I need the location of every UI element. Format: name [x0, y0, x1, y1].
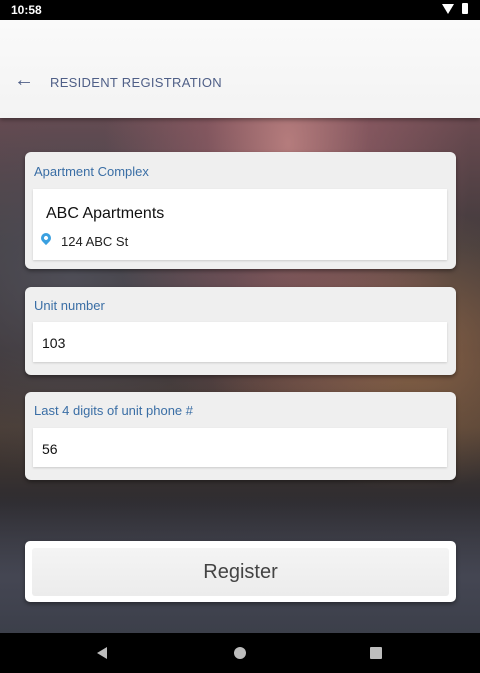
phone-digits-value: 56 [42, 441, 58, 457]
complex-name: ABC Apartments [46, 205, 165, 222]
wifi-icon [442, 3, 454, 14]
status-icons [442, 3, 468, 14]
complex-address: 124 ABC St [61, 234, 129, 249]
status-time: 10:58 [11, 3, 42, 17]
back-arrow-icon[interactable]: ← [14, 70, 34, 90]
location-pin-icon [38, 230, 54, 246]
status-bar: 10:58 [0, 0, 480, 20]
register-button[interactable]: Register [32, 548, 449, 596]
unit-number-card: Unit number 103 [25, 287, 456, 375]
phone-digits-label: Last 4 digits of unit phone # [34, 403, 194, 418]
page-title: RESIDENT REGISTRATION [50, 75, 222, 90]
unit-number-label: Unit number [34, 298, 105, 313]
phone-digits-field[interactable]: 56 [33, 428, 447, 467]
apartment-complex-card[interactable]: Apartment Complex ABC Apartments 124 ABC… [25, 152, 456, 269]
nav-recents-icon[interactable] [370, 647, 382, 659]
register-card: Register [25, 541, 456, 602]
phone-digits-card: Last 4 digits of unit phone # 56 [25, 392, 456, 480]
navigation-bar [0, 633, 480, 673]
unit-number-value: 103 [42, 335, 66, 351]
nav-home-icon[interactable] [234, 647, 246, 659]
unit-number-field[interactable]: 103 [33, 322, 447, 362]
apartment-complex-label: Apartment Complex [34, 164, 149, 179]
apartment-complex-selector[interactable]: ABC Apartments 124 ABC St [33, 189, 447, 260]
battery-icon [462, 3, 468, 14]
app-bar: ← RESIDENT REGISTRATION [0, 20, 480, 118]
nav-back-icon[interactable] [97, 647, 107, 659]
